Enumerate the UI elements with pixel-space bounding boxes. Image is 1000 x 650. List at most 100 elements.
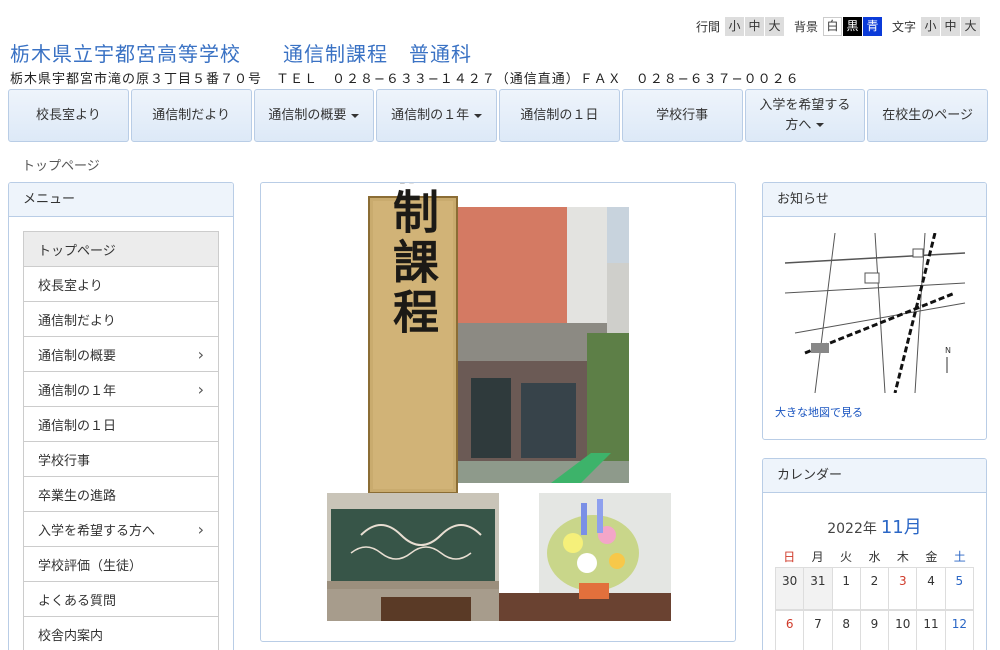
weekday-label: 火 bbox=[840, 550, 853, 564]
chevron-right-icon: › bbox=[197, 519, 204, 539]
calendar-day[interactable]: 8 bbox=[833, 611, 861, 650]
menu-item-principal[interactable]: 校長室より bbox=[24, 267, 218, 302]
calendar-title: カレンダー bbox=[763, 459, 986, 493]
background-blue-button[interactable]: 青 bbox=[862, 17, 882, 36]
calendar-day[interactable]: 12 bbox=[946, 611, 974, 650]
nav-item-year[interactable]: 通信制の１年 bbox=[376, 89, 497, 142]
nav-item-label-line2: 方へ bbox=[785, 117, 812, 133]
access-map-image[interactable]: N bbox=[775, 233, 975, 393]
menu-item-label: 通信制の１年 bbox=[38, 383, 117, 399]
calendar-day[interactable]: 31 bbox=[804, 568, 833, 610]
nav-item-label: 通信制だより bbox=[152, 107, 230, 123]
menu-panel: メニュー トップページ 校長室より 通信制だより 通信制の概要 › 通信制の１年 ›… bbox=[8, 182, 234, 650]
large-map-link[interactable]: 大きな地図で見る bbox=[775, 404, 863, 420]
caret-down-icon bbox=[816, 123, 825, 127]
menu-item-day[interactable]: 通信制の１日 bbox=[24, 407, 218, 442]
text-size-large-button[interactable]: 大 bbox=[961, 17, 980, 36]
menu-title: メニュー bbox=[9, 183, 233, 217]
nav-item-newsletter[interactable]: 通信制だより bbox=[130, 89, 252, 142]
weekday-label: 金 bbox=[925, 550, 938, 564]
nav-item-label: 通信制の１日 bbox=[520, 107, 599, 123]
menu-item-faq[interactable]: よくある質問 bbox=[24, 582, 218, 617]
sign-text: 通信制課程 bbox=[386, 183, 440, 338]
nav-item-label: 校長室より bbox=[36, 107, 101, 123]
calendar-day[interactable]: 5 bbox=[945, 568, 974, 610]
svg-text:N: N bbox=[945, 346, 951, 355]
calendar-week-row: 6 7 8 9 10 11 12 bbox=[775, 610, 974, 650]
calendar-day[interactable]: 6 bbox=[776, 611, 805, 650]
calendar-day[interactable]: 10 bbox=[889, 611, 918, 650]
text-size-label: 文字 bbox=[891, 20, 916, 34]
nav-item-students[interactable]: 在校生のページ bbox=[867, 89, 988, 142]
line-spacing-small-button[interactable]: 小 bbox=[724, 17, 744, 36]
menu-item-campus[interactable]: 校舎内案内 bbox=[24, 617, 218, 650]
calendar-panel: カレンダー 2022年 11月 日 月 火 水 木 金 土 30 31 1 2 3… bbox=[762, 458, 987, 650]
menu-item-label: 校舎内案内 bbox=[38, 628, 104, 644]
menu-item-label: 卒業生の進路 bbox=[38, 488, 117, 504]
weekday-label: 土 bbox=[953, 550, 966, 564]
site-title[interactable]: 栃木県立宇都宮高等学校 通信制課程 普通科 bbox=[10, 38, 472, 67]
menu-item-admission[interactable]: 入学を希望する方へ › bbox=[24, 512, 218, 547]
notice-panel: お知らせ N 大きな地図で見る bbox=[762, 182, 987, 440]
nav-item-overview[interactable]: 通信制の概要 bbox=[253, 89, 375, 142]
line-spacing-label: 行間 bbox=[695, 20, 720, 34]
calendar-day[interactable]: 1 bbox=[832, 568, 861, 610]
menu-item-label: 学校行事 bbox=[38, 453, 91, 469]
nav-item-label: 通信制の概要 bbox=[268, 107, 347, 123]
menu-item-label: 入学を希望する方へ bbox=[38, 523, 156, 539]
calendar-day[interactable]: 4 bbox=[917, 568, 946, 610]
nav-item-label: 在校生のページ bbox=[882, 107, 973, 123]
menu-item-label: 校長室より bbox=[38, 278, 103, 294]
nav-item-day[interactable]: 通信制の１日 bbox=[499, 89, 620, 142]
calendar-week-row: 30 31 1 2 3 4 5 bbox=[775, 567, 974, 610]
chevron-right-icon: › bbox=[197, 379, 204, 399]
nav-item-label: 入学を希望する bbox=[759, 98, 851, 113]
menu-item-label: 通信制だより bbox=[38, 313, 116, 329]
calendar-month: 11月 bbox=[880, 517, 922, 538]
caret-down-icon bbox=[351, 113, 360, 118]
menu-item-graduates[interactable]: 卒業生の進路 bbox=[24, 477, 218, 512]
menu-item-label: 通信制の概要 bbox=[38, 348, 117, 364]
menu-item-events[interactable]: 学校行事 bbox=[24, 442, 218, 477]
menu-item-label: トップページ bbox=[38, 243, 116, 259]
weekday-label: 月 bbox=[811, 550, 824, 564]
calendar-day[interactable]: 9 bbox=[861, 611, 890, 650]
calendar-day[interactable]: 2 bbox=[860, 568, 890, 610]
line-spacing-large-button[interactable]: 大 bbox=[764, 17, 784, 36]
weekday-label: 水 bbox=[868, 550, 881, 564]
menu-item-year[interactable]: 通信制の１年 › bbox=[24, 372, 218, 407]
menu-item-top[interactable]: トップページ bbox=[24, 232, 218, 267]
weekday-label: 日 bbox=[783, 550, 796, 564]
background-white-button[interactable]: 白 bbox=[822, 17, 842, 36]
accessibility-toolbar: 行間 小 中 大 背景 白 黒 青 文字 小 中 大 bbox=[686, 17, 980, 36]
calendar-day[interactable]: 3 bbox=[889, 568, 918, 610]
calendar-month-heading: 2022年 11月 bbox=[763, 513, 986, 539]
calendar-weekday-row: 日 月 火 水 木 金 土 bbox=[775, 547, 974, 567]
calendar-day[interactable]: 30 bbox=[776, 568, 805, 610]
menu-item-overview[interactable]: 通信制の概要 › bbox=[24, 337, 218, 372]
nav-item-label: 学校行事 bbox=[656, 107, 709, 123]
text-size-small-button[interactable]: 小 bbox=[921, 17, 940, 36]
calendar-day[interactable]: 7 bbox=[804, 611, 833, 650]
main-collage-image: 通信制課程 bbox=[327, 183, 671, 621]
text-size-medium-button[interactable]: 中 bbox=[941, 17, 960, 36]
nav-item-principal[interactable]: 校長室より bbox=[8, 89, 129, 142]
background-label: 背景 bbox=[793, 20, 818, 34]
nav-item-label: 通信制の１年 bbox=[391, 107, 470, 123]
calendar-year: 2022年 bbox=[827, 521, 877, 537]
nav-item-events[interactable]: 学校行事 bbox=[621, 89, 743, 142]
breadcrumb: トップページ bbox=[22, 159, 100, 174]
main-nav: 校長室より 通信制だより 通信制の概要 通信制の１年 通信制の１日 学校行事 入… bbox=[8, 89, 988, 142]
menu-item-label: 学校評価（生徒） bbox=[38, 558, 143, 574]
calendar-grid: 日 月 火 水 木 金 土 30 31 1 2 3 4 5 6 7 8 9 10… bbox=[775, 547, 974, 650]
line-spacing-medium-button[interactable]: 中 bbox=[744, 17, 764, 36]
weekday-label: 木 bbox=[896, 550, 909, 564]
content-panel: 通信制課程 bbox=[260, 182, 736, 642]
notice-title: お知らせ bbox=[763, 183, 986, 217]
calendar-day[interactable]: 11 bbox=[917, 611, 946, 650]
menu-list: トップページ 校長室より 通信制だより 通信制の概要 › 通信制の１年 › 通信制の… bbox=[23, 231, 219, 650]
menu-item-newsletter[interactable]: 通信制だより bbox=[24, 302, 218, 337]
menu-item-evaluation[interactable]: 学校評価（生徒） bbox=[24, 547, 218, 582]
nav-item-admission[interactable]: 入学を希望する 方へ bbox=[744, 89, 866, 142]
background-black-button[interactable]: 黒 bbox=[842, 17, 862, 36]
